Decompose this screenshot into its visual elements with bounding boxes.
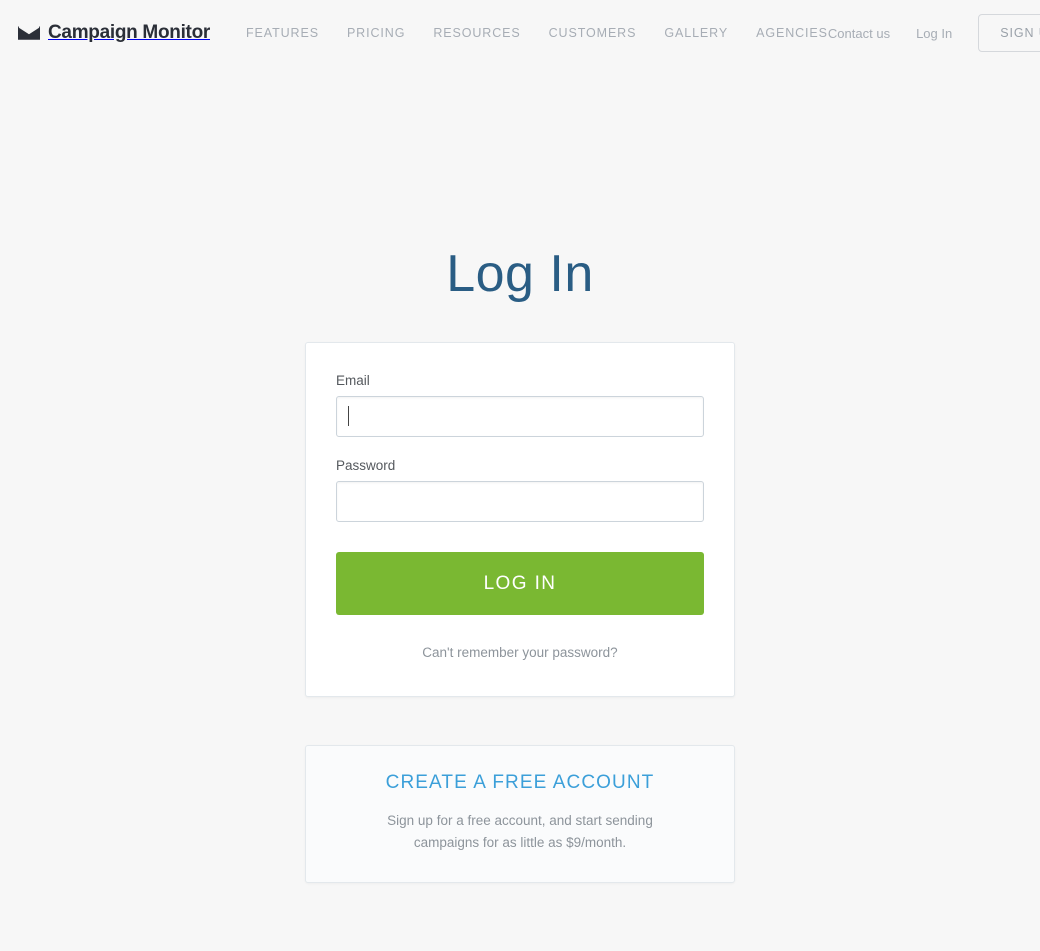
password-input[interactable] — [336, 481, 704, 522]
email-field-group: Email — [336, 373, 704, 437]
forgot-password-row: Can't remember your password? — [336, 644, 704, 662]
contact-us-link[interactable]: Contact us — [828, 26, 890, 41]
nav-item-resources[interactable]: RESOURCES — [433, 26, 520, 40]
create-free-account-link[interactable]: CREATE A FREE ACCOUNT — [336, 772, 704, 794]
password-field-group: Password — [336, 458, 704, 522]
login-page: Campaign Monitor FEATURES PRICING RESOUR… — [0, 0, 1040, 951]
nav-item-customers[interactable]: CUSTOMERS — [549, 26, 637, 40]
sign-up-button[interactable]: SIGN UP — [978, 14, 1040, 52]
promo-line-1: Sign up for a free account, and start se… — [387, 813, 653, 828]
nav-item-features[interactable]: FEATURES — [246, 26, 319, 40]
text-cursor-icon — [348, 406, 349, 426]
promo-line-2: campaigns for as little as $9/month. — [413, 835, 627, 850]
email-input[interactable] — [336, 396, 704, 437]
promo-description: Sign up for a free account, and start se… — [336, 810, 704, 854]
email-input-wrap — [336, 396, 704, 437]
nav-item-gallery[interactable]: GALLERY — [664, 26, 728, 40]
primary-nav: FEATURES PRICING RESOURCES CUSTOMERS GAL… — [246, 26, 828, 40]
login-card: Email Password LOG IN Can't remember you… — [305, 342, 735, 697]
page-title: Log In — [446, 245, 594, 303]
nav-item-agencies[interactable]: AGENCIES — [756, 26, 828, 40]
log-in-button[interactable]: LOG IN — [336, 552, 704, 615]
brand-logo[interactable]: Campaign Monitor — [18, 22, 210, 44]
site-header: Campaign Monitor FEATURES PRICING RESOUR… — [0, 0, 1040, 66]
create-account-panel[interactable]: CREATE A FREE ACCOUNT Sign up for a free… — [305, 745, 735, 883]
email-label: Email — [336, 373, 370, 388]
forgot-password-link[interactable]: Can't remember your password? — [422, 645, 617, 660]
nav-item-pricing[interactable]: PRICING — [347, 26, 405, 40]
main-content: Log In Email Password LOG IN Can't remem… — [0, 66, 1040, 883]
mail-icon — [18, 25, 40, 41]
header-login-link[interactable]: Log In — [916, 26, 952, 41]
brand-name: Campaign Monitor — [48, 22, 210, 43]
header-actions: Contact us Log In SIGN UP — [828, 14, 1040, 52]
password-label: Password — [336, 458, 396, 473]
